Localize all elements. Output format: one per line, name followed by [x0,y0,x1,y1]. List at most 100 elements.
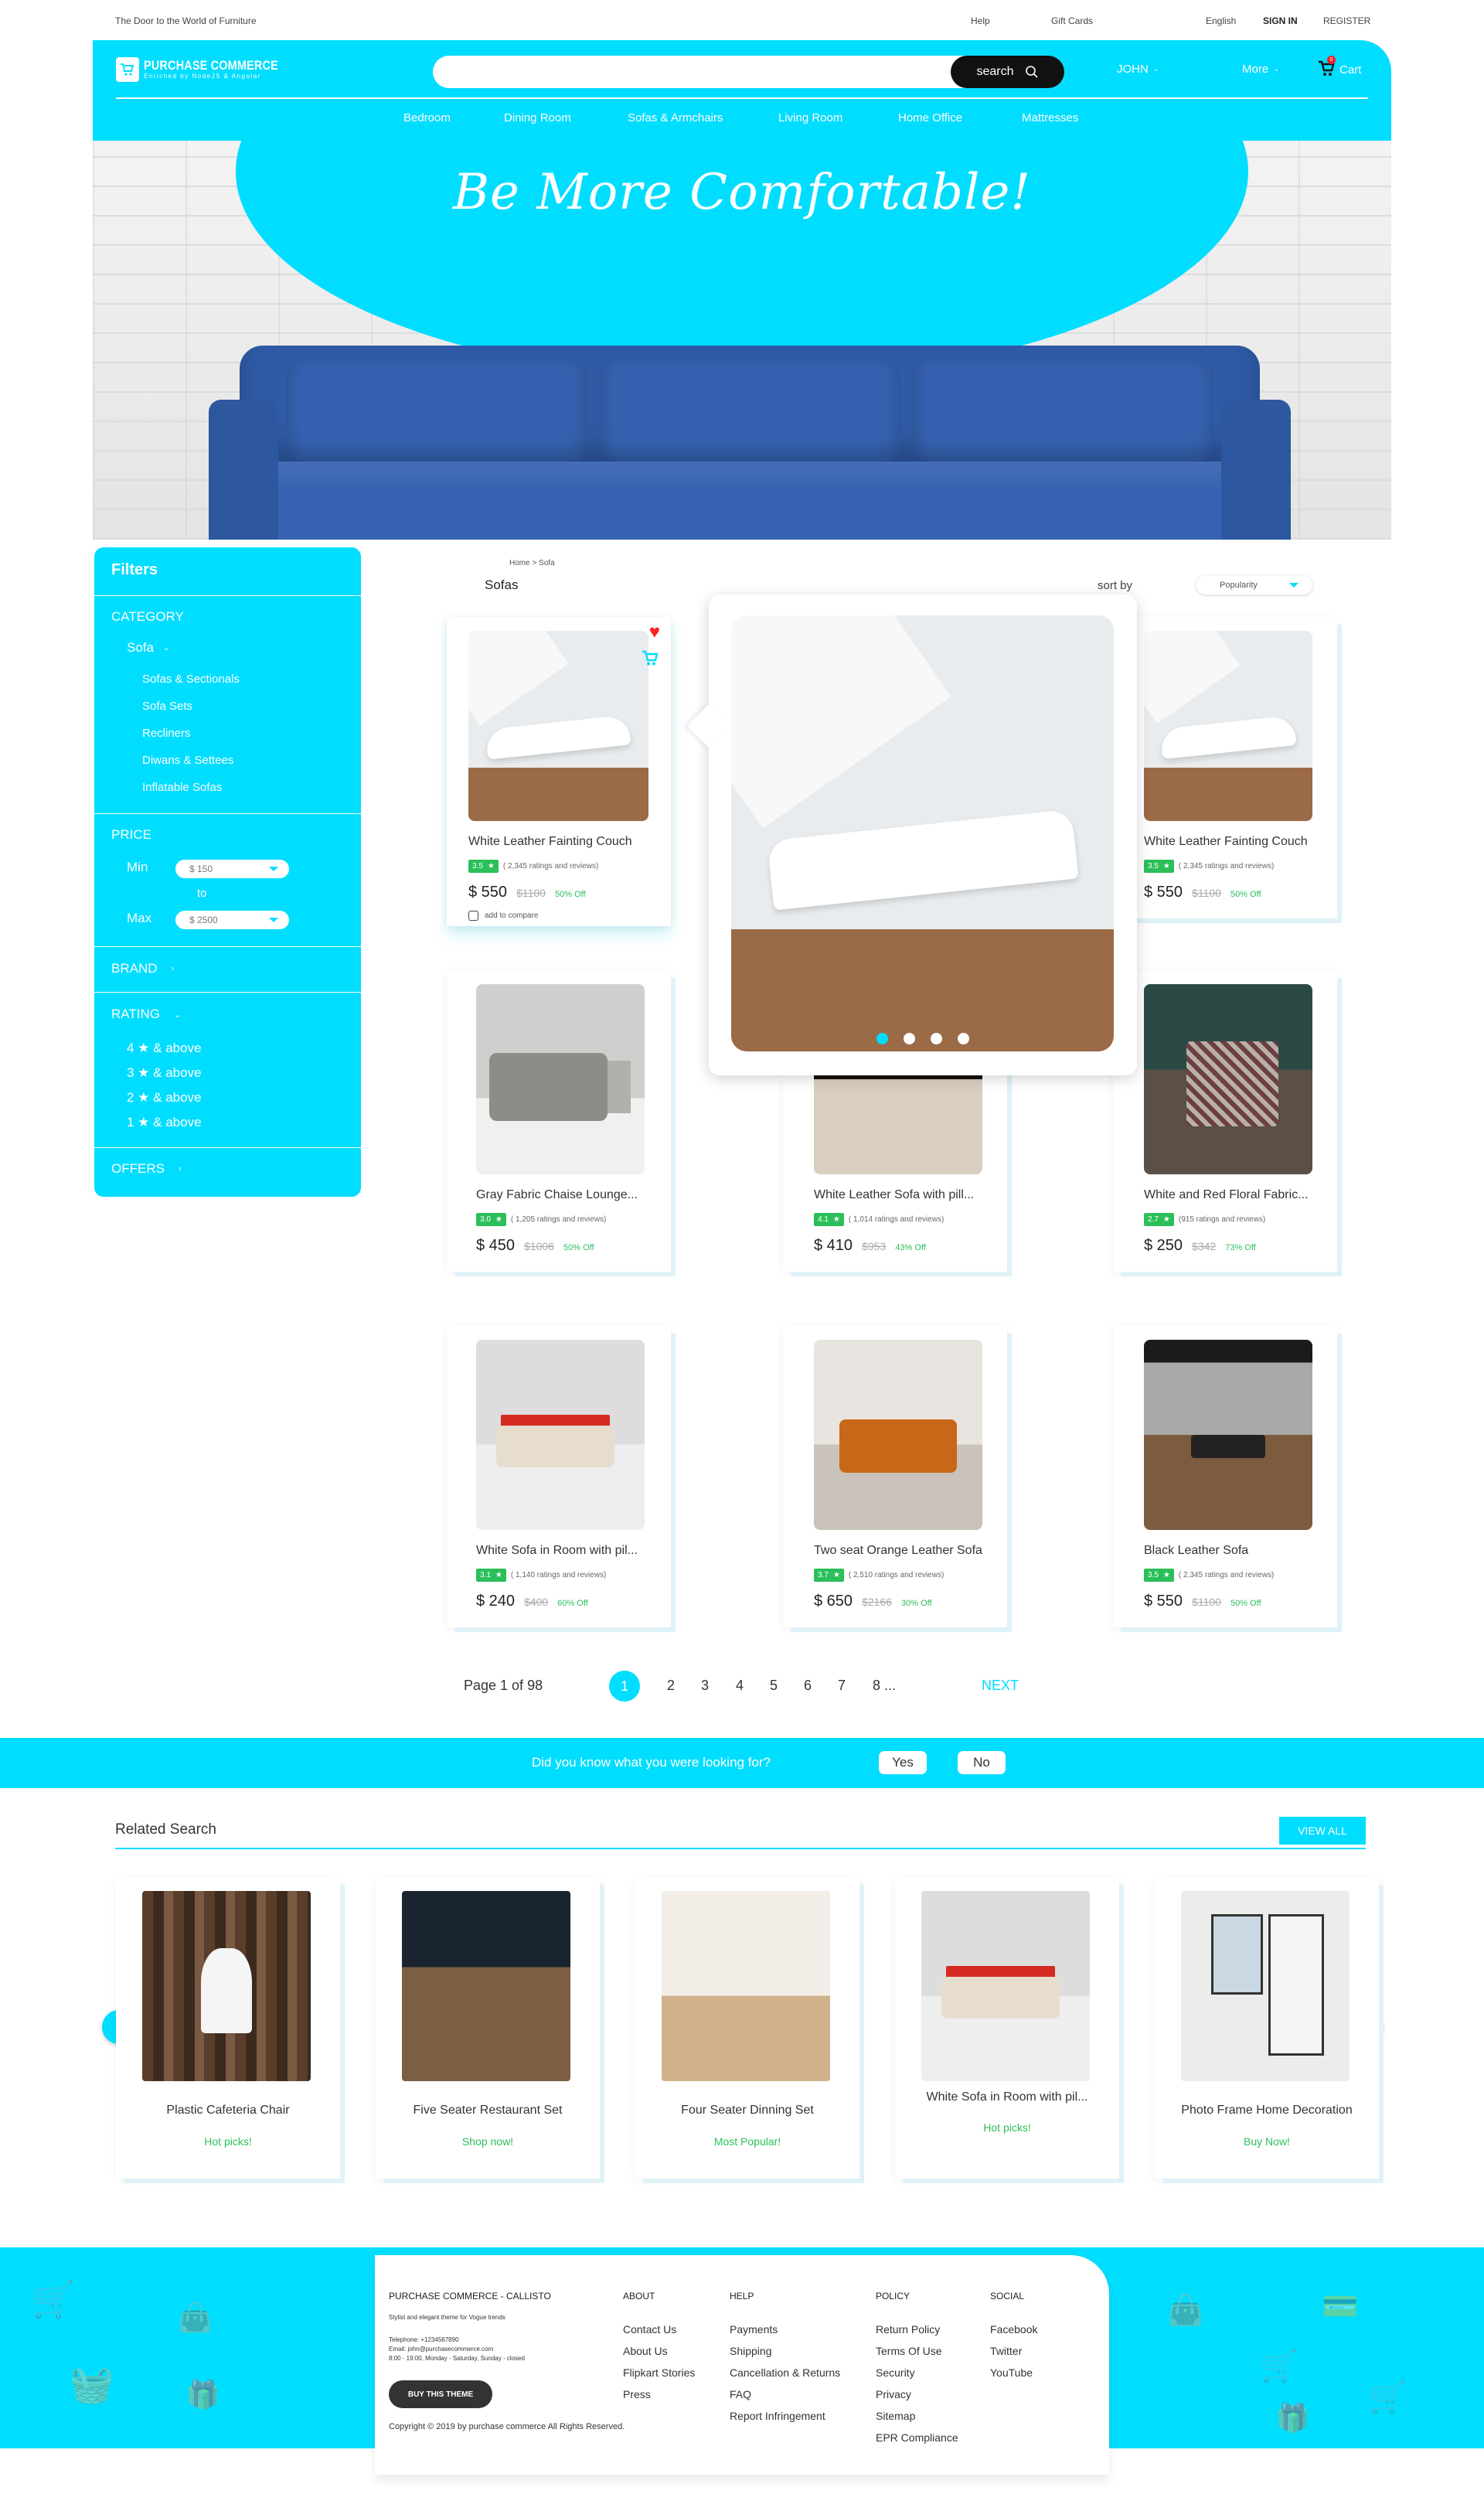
product-name[interactable]: White Leather Sofa with pill... [814,1188,974,1202]
related-tag[interactable]: Shop now! [376,2135,600,2148]
footer-link[interactable]: Return Policy [876,2323,958,2336]
related-tag[interactable]: Buy Now! [1155,2135,1379,2148]
category-sofa[interactable]: Sofa ⌄ [127,640,169,656]
brand-header[interactable]: BRAND › [111,961,174,976]
add-to-cart-icon[interactable] [642,649,659,670]
footer-link-twitter[interactable]: Twitter [990,2345,1037,2357]
nav-mattresses[interactable]: Mattresses [1022,111,1078,124]
view-all-button[interactable]: VIEW ALL [1279,1817,1366,1845]
footer-link[interactable]: Privacy [876,2388,958,2400]
feedback-no-button[interactable]: No [958,1751,1006,1774]
footer-link[interactable]: Security [876,2366,958,2379]
related-tag[interactable]: Hot picks! [116,2135,340,2148]
related-card[interactable]: Plastic Cafeteria Chair Hot picks! [116,1877,340,2179]
breadcrumb[interactable]: Home > Sofa [509,559,555,567]
max-price-select[interactable]: $ 2500 [175,911,289,929]
product-name[interactable]: White Leather Fainting Couch [1144,835,1308,849]
footer-link[interactable]: Shipping [730,2345,840,2357]
product-card[interactable]: White and Red Floral Fabric... 2.7 ★ (915 … [1113,970,1337,1272]
carousel-dot[interactable] [876,1033,888,1044]
carousel-dot[interactable] [958,1033,969,1044]
product-card[interactable]: Two seat Orange Leather Sofa 3.7 ★ ( 2,510… [783,1326,1007,1627]
nav-home-office[interactable]: Home Office [898,111,962,124]
related-card[interactable]: Four Seater Dinning Set Most Popular! [635,1877,859,2179]
carousel-dot[interactable] [931,1033,942,1044]
quick-view-popover[interactable] [686,595,1137,1075]
product-name[interactable]: Gray Fabric Chaise Lounge... [476,1188,638,1202]
feedback-yes-button[interactable]: Yes [879,1751,927,1774]
subcategory-item[interactable]: Sofas & Sectionals [142,673,240,686]
product-card[interactable]: Black Leather Sofa 3.5 ★ ( 2,345 ratings a… [1113,1326,1337,1627]
footer-link[interactable]: About Us [623,2345,695,2357]
brand-logo[interactable]: PURCHASE COMMERCE Enriched by NodeJS & A… [116,57,302,82]
cart-button[interactable]: 0 Cart [1318,56,1361,80]
footer-link[interactable]: Contact Us [623,2323,695,2336]
product-card[interactable]: White Sofa in Room with pil... 3.1 ★ ( 1,1… [447,1326,671,1627]
page-button[interactable]: 3 [701,1678,709,1694]
language-select[interactable]: English [1206,15,1236,26]
footer-link[interactable]: Terms Of Use [876,2345,958,2357]
product-name[interactable]: White Leather Fainting Couch [468,835,632,849]
subcategory-item[interactable]: Inflatable Sofas [142,781,222,794]
footer-link[interactable]: Report Infringement [730,2410,840,2422]
rating-header[interactable]: RATING ⌄ [111,1007,181,1022]
category-header[interactable]: CATEGORY [111,609,184,625]
product-name[interactable]: White and Red Floral Fabric... [1144,1188,1309,1202]
related-tag[interactable]: Hot picks! [895,2121,1119,2134]
compare-checkbox[interactable] [468,911,478,921]
rating-option[interactable]: 1 ★ & above [127,1115,202,1130]
carousel-dot[interactable] [904,1033,915,1044]
footer-link-youtube[interactable]: YouTube [990,2366,1037,2379]
page-button[interactable]: 7 [838,1678,846,1694]
rating-option[interactable]: 3 ★ & above [127,1065,202,1081]
next-page-button[interactable]: NEXT [982,1678,1019,1694]
product-card[interactable]: White Leather Fainting Couch 3.5 ★ ( 2,345… [1113,617,1337,918]
add-to-compare[interactable]: add to compare [468,911,539,921]
nav-sofas-armchairs[interactable]: Sofas & Armchairs [628,111,723,124]
register-link[interactable]: REGISTER [1323,15,1370,26]
page-button[interactable]: 4 [736,1678,744,1694]
sort-select[interactable]: Popularity [1196,576,1312,595]
rating-option[interactable]: 2 ★ & above [127,1090,202,1106]
page-button[interactable]: 5 [770,1678,778,1694]
more-menu[interactable]: More ⌄ [1242,63,1280,76]
page-button[interactable]: 2 [667,1678,675,1694]
footer-link[interactable]: EPR Compliance [876,2431,958,2444]
min-price-select[interactable]: $ 150 [175,860,289,878]
offers-header[interactable]: OFFERS › [111,1161,182,1177]
sign-in-link[interactable]: SIGN IN [1263,15,1298,26]
footer-link[interactable]: Flipkart Stories [623,2366,695,2379]
product-name[interactable]: Black Leather Sofa [1144,1544,1248,1558]
page-button[interactable]: 8 ... [873,1678,896,1694]
footer-link[interactable]: Sitemap [876,2410,958,2422]
subcategory-item[interactable]: Recliners [142,727,191,740]
gift-cards-link[interactable]: Gift Cards [1051,15,1093,26]
product-card[interactable]: ♥ White Leather Fainting Couch 3.5 ★ ( 2,3… [447,617,671,926]
user-menu[interactable]: JOHN ⌄ [1117,63,1159,76]
buy-theme-button[interactable]: BUY THIS THEME [389,2380,492,2408]
page-button[interactable]: 6 [804,1678,812,1694]
nav-bedroom[interactable]: Bedroom [403,111,451,124]
subcategory-item[interactable]: Sofa Sets [142,700,192,713]
nav-living-room[interactable]: Living Room [778,111,842,124]
help-link[interactable]: Help [971,15,990,26]
related-card[interactable]: Five Seater Restaurant Set Shop now! [376,1877,600,2179]
product-card[interactable]: Gray Fabric Chaise Lounge... 3.0 ★ ( 1,205… [447,970,671,1272]
related-tag[interactable]: Most Popular! [635,2135,859,2148]
footer-link[interactable]: FAQ [730,2388,840,2400]
wishlist-heart-icon[interactable]: ♥ [649,622,660,643]
search-input[interactable] [447,56,926,88]
related-card[interactable]: White Sofa in Room with pil... Hot picks… [895,1877,1119,2179]
search-button[interactable]: search [951,56,1064,88]
footer-link[interactable]: Press [623,2388,695,2400]
footer-email[interactable]: Email: john@purchasecommerce.com [389,2345,525,2354]
product-name[interactable]: Two seat Orange Leather Sofa [814,1544,982,1558]
footer-link[interactable]: Payments [730,2323,840,2336]
nav-dining-room[interactable]: Dining Room [504,111,571,124]
page-button-current[interactable]: 1 [609,1671,640,1702]
footer-link-facebook[interactable]: Facebook [990,2323,1037,2336]
rating-option[interactable]: 4 ★ & above [127,1041,202,1056]
hero-banner[interactable]: Be More Comfortable! [93,141,1391,540]
subcategory-item[interactable]: Diwans & Settees [142,754,233,767]
product-name[interactable]: White Sofa in Room with pil... [476,1544,638,1558]
